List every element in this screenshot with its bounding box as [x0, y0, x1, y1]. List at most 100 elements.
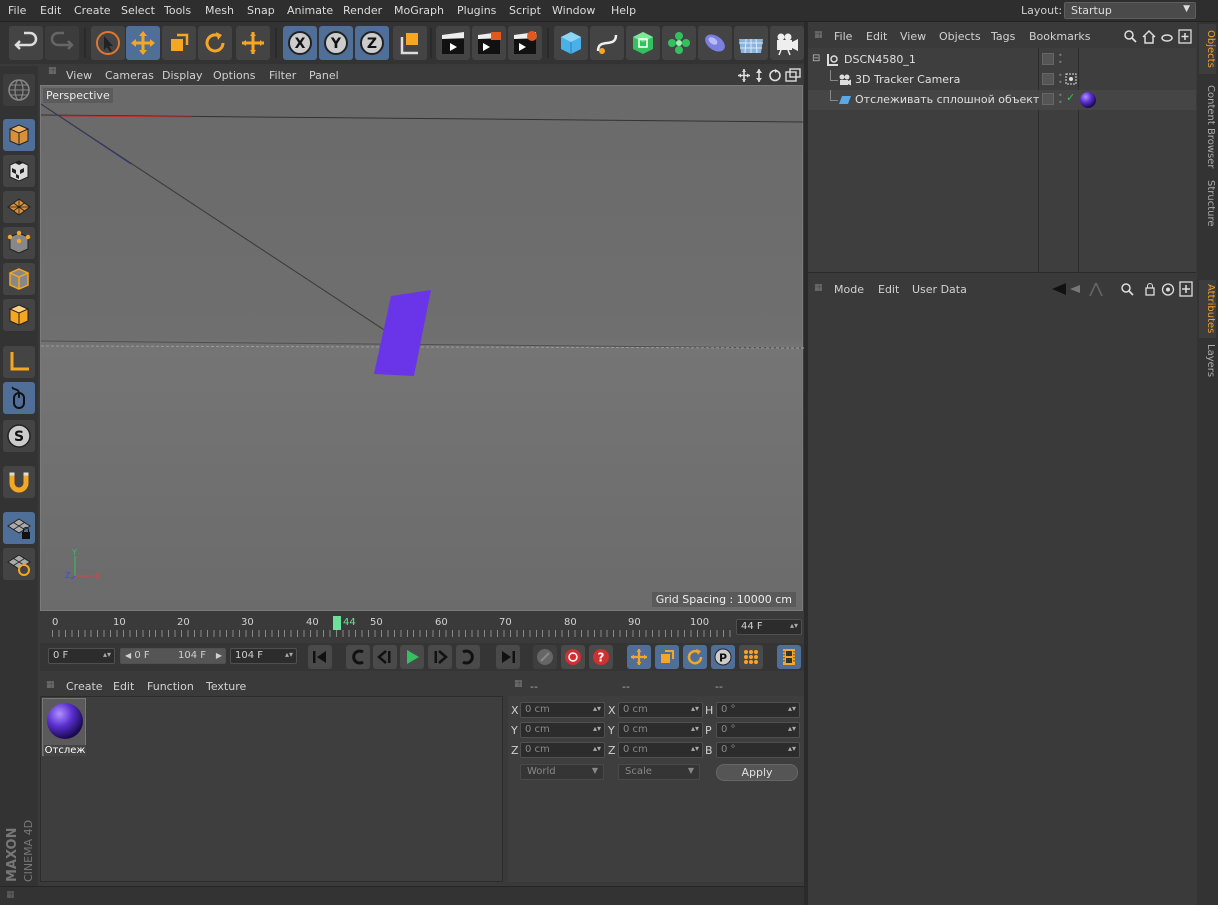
material-menu-edit[interactable]: Edit — [113, 680, 134, 693]
spline-pen-button[interactable] — [590, 26, 624, 60]
pos-z-field[interactable]: 0 cm ▴▾ — [520, 742, 605, 758]
spinner-icon[interactable]: ▴▾ — [103, 650, 111, 659]
pos-x-field[interactable]: 0 cm ▴▾ — [520, 702, 605, 718]
spinner-icon[interactable]: ▴▾ — [788, 724, 796, 733]
render-to-picture-viewer-button[interactable] — [472, 26, 506, 60]
record-parameter-button[interactable]: P — [711, 645, 735, 669]
attributes-menu-edit[interactable]: Edit — [878, 283, 899, 296]
autokey-button[interactable] — [561, 645, 585, 669]
menu-render[interactable]: Render — [343, 4, 382, 17]
size-y-field[interactable]: 0 cm ▴▾ — [618, 722, 703, 738]
menu-file[interactable]: File — [8, 4, 26, 17]
layer-swatch-icon[interactable] — [1042, 53, 1054, 65]
camera-button[interactable] — [770, 26, 804, 60]
record-scale-button[interactable] — [655, 645, 679, 669]
snap-toggle-button[interactable] — [3, 466, 35, 498]
go-to-end-button[interactable] — [496, 645, 520, 669]
rot-h-field[interactable]: 0 ° ▴▾ — [716, 702, 800, 718]
collapse-toggle-icon[interactable]: ⊟ — [812, 53, 820, 64]
make-editable-button[interactable] — [3, 74, 35, 106]
move-tool-button[interactable] — [126, 26, 160, 60]
undo-button[interactable] — [9, 26, 43, 60]
next-keyframe-button[interactable] — [456, 645, 480, 669]
axis-mode-button[interactable] — [3, 346, 35, 378]
object-name[interactable]: Отслеживать сплошной объект 1 — [855, 93, 1050, 106]
menu-mograph[interactable]: MoGraph — [394, 4, 444, 17]
camera-label[interactable]: Perspective — [43, 88, 113, 103]
drag-handle-icon[interactable]: ▦ — [48, 66, 57, 76]
menu-select[interactable]: Select — [121, 4, 155, 17]
workplane-lock-button[interactable] — [3, 512, 35, 544]
record-position-button[interactable] — [627, 645, 651, 669]
rot-p-field[interactable]: 0 ° ▴▾ — [716, 722, 800, 738]
spinner-icon[interactable]: ▴▾ — [691, 744, 699, 753]
object-row[interactable]: 3D Tracker Camera • • — [808, 70, 1196, 90]
next-frame-button[interactable] — [428, 645, 452, 669]
viewport-menu-options[interactable]: Options — [213, 69, 255, 82]
range-right-arrow-icon[interactable]: ▶ — [216, 651, 222, 660]
object-name[interactable]: DSCN4580_1 — [844, 53, 916, 66]
nurbs-button[interactable] — [626, 26, 660, 60]
object-row[interactable]: Отслеживать сплошной объект 1 • • ✓ — [808, 90, 1196, 110]
visibility-dots-icon[interactable]: • • — [1058, 52, 1063, 67]
scene-canvas[interactable] — [41, 86, 804, 612]
object-menu-file[interactable]: File — [834, 30, 852, 43]
spinner-icon[interactable]: ▴▾ — [788, 744, 796, 753]
spinner-icon[interactable]: ▴▾ — [593, 704, 601, 713]
drag-handle-icon[interactable]: ▦ — [46, 680, 55, 690]
preview-range-slider[interactable]: ◀ 0 F 104 F ▶ — [120, 648, 226, 664]
material-list[interactable]: Отслеж — [40, 696, 503, 882]
spinner-icon[interactable]: ▴▾ — [285, 650, 293, 659]
spinner-icon[interactable]: ▴▾ — [691, 704, 699, 713]
object-menu-view[interactable]: View — [900, 30, 926, 43]
coordinate-mode-dropdown[interactable]: World ▼ — [520, 764, 604, 780]
menu-window[interactable]: Window — [552, 4, 595, 17]
polygons-mode-button[interactable] — [3, 299, 35, 331]
menu-edit[interactable]: Edit — [40, 4, 61, 17]
checkmark-icon[interactable]: ✓ — [1066, 91, 1075, 104]
menu-create[interactable]: Create — [74, 4, 111, 17]
material-menu-texture[interactable]: Texture — [206, 680, 246, 693]
menu-help[interactable]: Help — [611, 4, 636, 17]
solo-mode-button[interactable]: S — [3, 420, 35, 452]
attributes-menu-user-data[interactable]: User Data — [912, 283, 967, 296]
tracked-planar-object[interactable] — [374, 290, 431, 376]
menu-script[interactable]: Script — [509, 4, 541, 17]
rotate-tool-button[interactable] — [198, 26, 232, 60]
workplane-align-button[interactable] — [3, 548, 35, 580]
tab-structure[interactable]: Structure — [1199, 174, 1216, 232]
object-name[interactable]: 3D Tracker Camera — [855, 73, 960, 86]
viewport-menu-panel[interactable]: Panel — [309, 69, 339, 82]
size-mode-dropdown[interactable]: Scale ▼ — [618, 764, 700, 780]
object-menu-bookmarks[interactable]: Bookmarks — [1029, 30, 1090, 43]
object-menu-edit[interactable]: Edit — [866, 30, 887, 43]
keyframe-selection-button[interactable]: ? — [589, 645, 613, 669]
rot-b-field[interactable]: 0 ° ▴▾ — [716, 742, 800, 758]
previous-frame-button[interactable] — [373, 645, 397, 669]
playhead-marker[interactable] — [333, 616, 341, 630]
record-rotation-button[interactable] — [683, 645, 707, 669]
object-tree[interactable]: ⊟ DSCN4580_1 • • 3D Tracker Camera • • Отс… — [808, 48, 1196, 273]
range-left-arrow-icon[interactable]: ◀ — [125, 651, 131, 660]
drag-handle-icon[interactable]: ▦ — [814, 283, 823, 293]
size-z-field[interactable]: 0 cm ▴▾ — [618, 742, 703, 758]
object-row[interactable]: ⊟ DSCN4580_1 • • — [808, 50, 1196, 70]
camera-tag-icon[interactable] — [1065, 73, 1077, 85]
visibility-dots-icon[interactable]: • • — [1058, 72, 1063, 87]
tab-objects[interactable]: Objects — [1199, 24, 1216, 74]
object-menu-tags[interactable]: Tags — [991, 30, 1015, 43]
y-axis-lock-button[interactable]: Y — [319, 26, 353, 60]
render-view-button[interactable] — [436, 26, 470, 60]
attributes-tool-icons[interactable] — [1050, 281, 1196, 298]
tab-content-browser[interactable]: Content Browser — [1199, 76, 1216, 178]
texture-mode-button[interactable] — [3, 155, 35, 187]
record-keys-button[interactable] — [533, 645, 557, 669]
tweak-mode-button[interactable] — [3, 382, 35, 414]
play-forward-button[interactable] — [400, 645, 424, 669]
z-axis-lock-button[interactable]: Z — [355, 26, 389, 60]
layout-dropdown[interactable]: Startup ▼ — [1064, 2, 1196, 19]
perspective-viewport[interactable]: Perspective Y X Z Grid Spacing : 10000 c… — [40, 85, 804, 612]
points-mode-button[interactable] — [3, 227, 35, 259]
viewport-menu-cameras[interactable]: Cameras — [105, 69, 154, 82]
record-point-level-button[interactable] — [739, 645, 763, 669]
